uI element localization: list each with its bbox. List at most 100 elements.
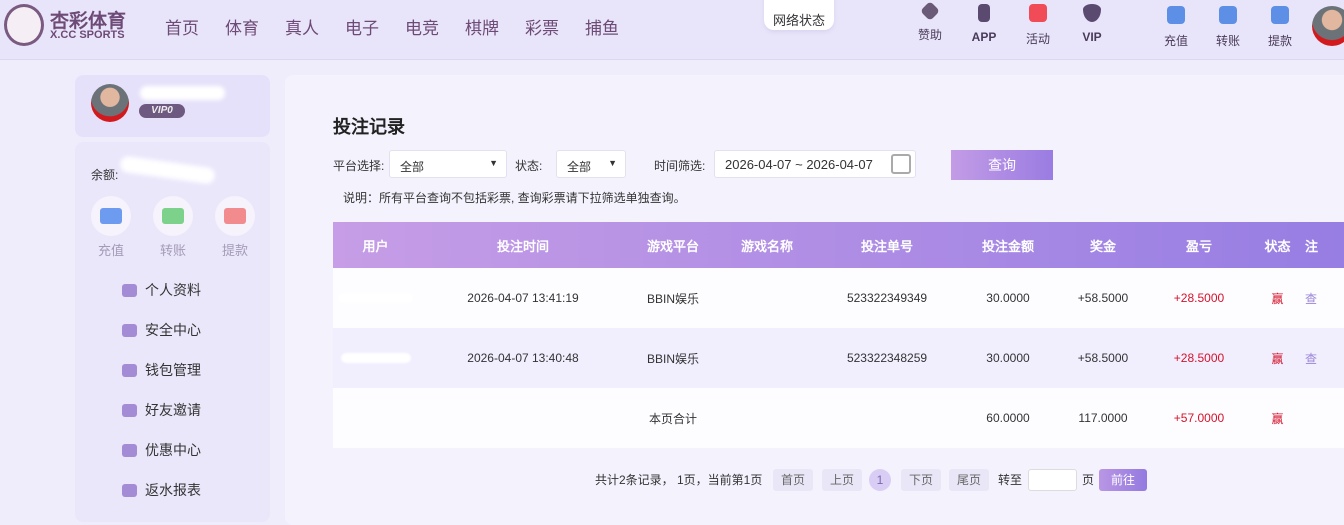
nav-sports[interactable]: 体育 <box>225 14 259 39</box>
calendar-icon[interactable] <box>891 154 911 174</box>
wallet-icon <box>122 363 137 377</box>
menu-invite[interactable]: 好友邀请 <box>122 400 201 420</box>
cell-game <box>718 268 816 328</box>
wallet-icon <box>1167 6 1185 24</box>
col-platform: 游戏平台 <box>646 238 699 254</box>
label: 赞助 <box>917 28 942 42</box>
nav-fishing[interactable]: 捕鱼 <box>585 14 619 39</box>
label: 提款 <box>1267 34 1292 48</box>
sponsor-button[interactable]: 赞助 <box>905 1 955 43</box>
total-row: 本页合计 60.0000 117.0000 +57.0000 赢 <box>333 388 1344 448</box>
nav-home[interactable]: 首页 <box>165 14 199 39</box>
username-redacted <box>140 86 225 100</box>
atm-icon <box>224 208 246 224</box>
prev-page-button[interactable]: 上页 <box>822 469 863 491</box>
table-row: 2026-04-07 13:40:48 BBIN娱乐 523322348259 … <box>333 328 1344 388</box>
gift-icon <box>1029 4 1047 22</box>
folder-icon <box>122 283 137 297</box>
col-bonus: 奖金 <box>1089 238 1116 254</box>
cell-amount: 30.0000 <box>986 291 1030 305</box>
vip-button[interactable]: VIP <box>1067 4 1117 44</box>
cell-bonus: +58.5000 <box>1077 351 1129 365</box>
value: 全部 <box>567 160 592 174</box>
query-button[interactable]: 查询 <box>951 150 1053 180</box>
value: 2026-04-07 ~ 2026-04-07 <box>725 157 873 172</box>
label: 个人资料 <box>145 282 201 298</box>
col-time: 投注时间 <box>496 238 549 254</box>
label: 安全中心 <box>145 322 201 338</box>
withdraw-button[interactable]: 提款 <box>1255 6 1305 49</box>
menu-security[interactable]: 安全中心 <box>122 320 201 340</box>
label: 活动 <box>1025 32 1050 46</box>
page-1-button[interactable]: 1 <box>869 469 891 491</box>
cell-status: 赢 <box>1271 351 1284 366</box>
first-page-button[interactable]: 首页 <box>773 469 814 491</box>
table-header: 用户 投注时间 游戏平台 游戏名称 投注单号 投注金额 奖金 盈亏 状态 注 <box>333 222 1344 268</box>
view-link[interactable]: 查 <box>1305 328 1344 388</box>
deposit-button[interactable]: 充值 <box>1151 6 1201 49</box>
nav-live[interactable]: 真人 <box>285 14 319 39</box>
nav-esports[interactable]: 电竞 <box>405 14 439 39</box>
total-amount: 60.0000 <box>986 411 1030 425</box>
menu-rebate[interactable]: 返水报表 <box>122 480 201 500</box>
phone-icon <box>978 4 990 22</box>
brand-subtitle: X.CC SPORTS <box>50 29 125 41</box>
menu-profile[interactable]: 个人资料 <box>122 280 201 300</box>
logo-icon[interactable] <box>4 4 44 46</box>
status-label: 状态: <box>515 159 543 173</box>
promo-button[interactable]: 活动 <box>1013 4 1063 47</box>
user-redacted <box>333 268 418 328</box>
go-button[interactable]: 前往 <box>1099 469 1148 491</box>
total-status: 赢 <box>1271 411 1284 426</box>
heart-icon <box>920 1 940 21</box>
label: 转账 <box>1215 34 1240 48</box>
app-button[interactable]: APP <box>959 4 1009 44</box>
next-page-button[interactable]: 下页 <box>901 469 942 491</box>
cell-time: 2026-04-07 13:40:48 <box>467 351 579 365</box>
shield-icon <box>122 323 137 337</box>
label: 充值 <box>1163 34 1188 48</box>
view-link[interactable]: 查 <box>1305 268 1344 328</box>
col-user: 用户 <box>362 238 389 254</box>
ticket-icon <box>122 443 137 457</box>
quick-deposit[interactable]: 充值 <box>91 196 131 259</box>
caret-down-icon: ▼ <box>489 158 498 168</box>
cell-time: 2026-04-07 13:41:19 <box>467 291 579 305</box>
nav-lottery[interactable]: 彩票 <box>525 14 559 39</box>
wallet-icon <box>100 208 122 224</box>
label: 优惠中心 <box>145 442 201 458</box>
quick-withdraw[interactable]: 提款 <box>215 196 255 259</box>
network-status-button[interactable]: 网络状态 <box>764 0 834 30</box>
cell-profit: +28.5000 <box>1173 351 1225 365</box>
transfer-button[interactable]: 转账 <box>1203 6 1253 49</box>
label: APP <box>971 30 997 44</box>
col-note: 注 <box>1305 238 1319 254</box>
note-text: 说明：所有平台查询不包括彩票, 查询彩票请下拉筛选单独查询。 <box>343 191 686 205</box>
col-amount: 投注金额 <box>981 238 1034 254</box>
pagination-summary: 共计2条记录， 1页，当前第1页 <box>595 473 763 487</box>
withdraw-icon <box>1271 6 1289 24</box>
platform-select[interactable]: 全部 ▼ <box>389 150 507 178</box>
cell-platform: BBIN娱乐 <box>646 291 699 306</box>
nav-slots[interactable]: 电子 <box>345 14 379 39</box>
quick-transfer[interactable]: 转账 <box>153 196 193 259</box>
profile-avatar <box>91 84 129 122</box>
menu-promotions[interactable]: 优惠中心 <box>122 440 201 460</box>
nav-cards[interactable]: 棋牌 <box>465 14 499 39</box>
avatar[interactable] <box>1312 6 1344 46</box>
goto-label: 转至 <box>998 473 1023 487</box>
transfer-icon <box>162 208 184 224</box>
label: 充值 <box>97 243 124 258</box>
page-title: 投注记录 <box>333 117 405 137</box>
bet-records-table: 用户 投注时间 游戏平台 游戏名称 投注单号 投注金额 奖金 盈亏 状态 注 2… <box>333 222 1344 448</box>
label: 钱包管理 <box>145 362 201 378</box>
menu-wallet[interactable]: 钱包管理 <box>122 360 201 380</box>
goto-page-input[interactable] <box>1028 469 1077 491</box>
top-bar: 杏彩体育 X.CC SPORTS 首页 体育 真人 电子 电竞 棋牌 彩票 捕鱼… <box>0 0 1344 60</box>
page-unit-label: 页 <box>1082 473 1095 487</box>
time-label: 时间筛选: <box>654 159 706 173</box>
last-page-button[interactable]: 尾页 <box>949 469 990 491</box>
status-select[interactable]: 全部 ▼ <box>556 150 626 178</box>
date-range-input[interactable]: 2026-04-07 ~ 2026-04-07 <box>714 150 916 178</box>
label: 好友邀请 <box>145 402 201 418</box>
